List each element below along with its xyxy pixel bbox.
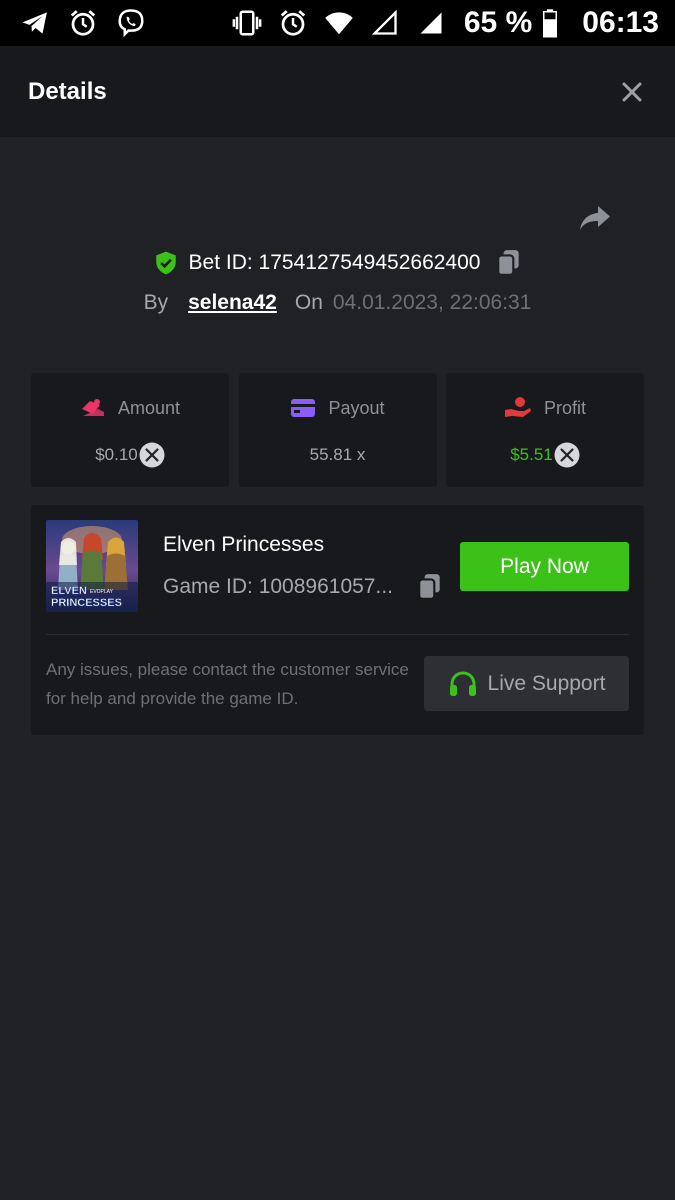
- stat-card-profit: Profit $5.51: [446, 373, 644, 487]
- clock: 06:13: [582, 6, 659, 39]
- payout-label: Payout: [328, 397, 385, 418]
- stat-card-payout: Payout 55.81 x: [238, 373, 437, 487]
- status-left: [18, 6, 162, 40]
- stats-row: Amount $0.10 Payout 55.81 x Profit $5.51: [31, 373, 644, 487]
- on-label: On: [294, 291, 323, 314]
- alarm-icon: [66, 6, 100, 40]
- copy-game-id-icon[interactable]: [417, 573, 443, 601]
- game-id: Game ID: 1008961057...: [163, 575, 393, 598]
- live-support-label: Live Support: [487, 671, 606, 695]
- thumb-title-line1: ELVEN: [51, 585, 87, 597]
- status-right: 65 % 06:13: [218, 6, 659, 40]
- page-title: Details: [28, 77, 107, 105]
- xrp-coin-icon: [139, 442, 165, 468]
- status-bar: 65 % 06:13: [0, 0, 675, 46]
- signal-icon: [414, 6, 448, 40]
- payout-card-icon: [291, 399, 316, 417]
- by-label: By: [143, 291, 169, 314]
- vibrate-icon: [230, 6, 264, 40]
- shield-check-icon: [155, 251, 176, 275]
- xrp-coin-icon: [554, 442, 580, 468]
- live-support-button[interactable]: Live Support: [424, 656, 629, 711]
- telegram-icon: [18, 6, 52, 40]
- game-id-row: Game ID: 1008961057...: [163, 573, 443, 601]
- stat-card-amount: Amount $0.10: [31, 373, 229, 487]
- copy-bet-id-icon[interactable]: [496, 249, 522, 277]
- divider: [46, 634, 629, 635]
- battery-icon: [540, 6, 560, 40]
- game-thumbnail[interactable]: ELVEN EVOPLAY PRINCESSES: [46, 520, 138, 612]
- game-card: ELVEN EVOPLAY PRINCESSES Elven Princesse…: [31, 505, 644, 735]
- share-button[interactable]: [577, 200, 613, 236]
- signal-empty-icon: [368, 6, 402, 40]
- amount-label: Amount: [117, 397, 181, 418]
- profit-label: Profit: [543, 397, 586, 418]
- amount-value: $0.10: [95, 445, 138, 464]
- profit-hand-icon: [504, 397, 531, 417]
- wager-icon: [81, 399, 104, 416]
- viber-icon: [114, 6, 148, 40]
- username-link[interactable]: selena42: [188, 291, 277, 315]
- wifi-icon: [322, 6, 356, 40]
- bet-id-row: Bet ID: 1754127549452662400: [0, 244, 675, 282]
- close-icon: [622, 82, 642, 101]
- thumb-title-line2: PRINCESSES: [51, 597, 122, 609]
- details-header: Details: [0, 46, 675, 137]
- headset-icon: [449, 670, 476, 696]
- help-text: Any issues, please contact the customer …: [46, 660, 409, 708]
- thumb-brand: EVOPLAY: [90, 589, 114, 595]
- share-icon: [580, 206, 610, 230]
- alarm-icon: [276, 6, 310, 40]
- bet-meta-row: By selena42 On 04.01.2023, 22:06:31: [0, 286, 675, 320]
- bet-id: Bet ID: 1754127549452662400: [188, 251, 481, 274]
- bet-datetime: 04.01.2023, 22:06:31: [332, 291, 532, 314]
- close-button[interactable]: [617, 77, 647, 107]
- game-name: Elven Princesses: [163, 533, 325, 556]
- payout-value: 55.81 x: [309, 445, 366, 464]
- profit-value: $5.51: [510, 445, 553, 464]
- battery-percentage: 65 %: [463, 6, 533, 39]
- play-now-button[interactable]: Play Now: [460, 542, 629, 591]
